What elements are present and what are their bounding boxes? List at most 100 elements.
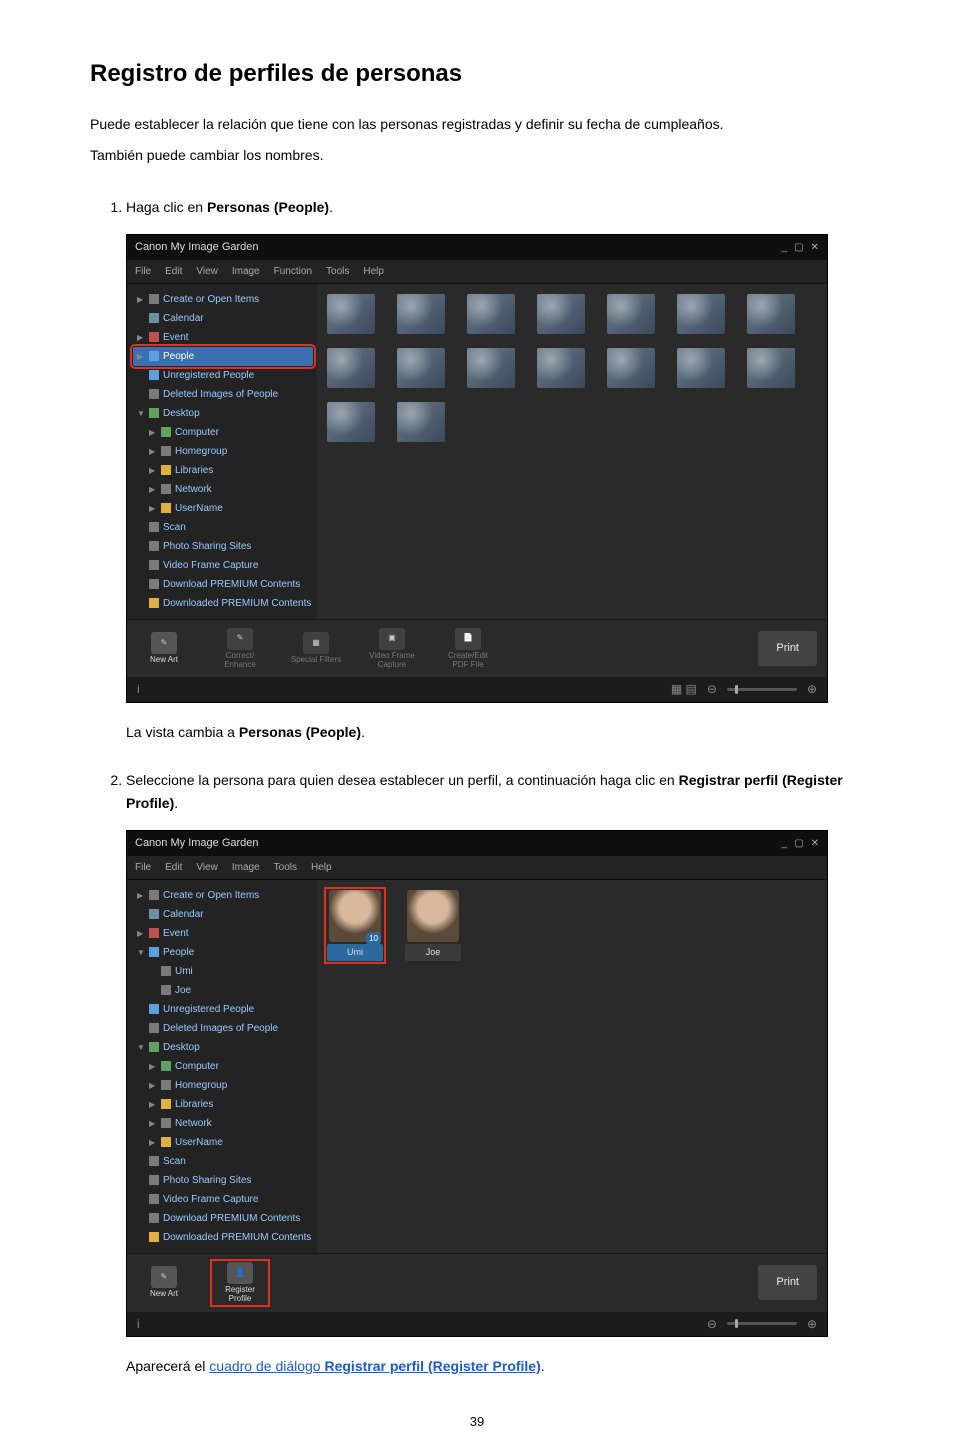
maximize-icon[interactable]: ▢	[794, 242, 803, 253]
sidebar-event[interactable]: ▶Event	[133, 924, 313, 943]
zoom-out-icon[interactable]: ⊖	[707, 1314, 717, 1334]
menu-view[interactable]: View	[196, 263, 218, 280]
sidebar-photo-sharing[interactable]: Photo Sharing Sites	[133, 537, 313, 556]
thumbnail[interactable]	[747, 348, 795, 388]
thumbnail[interactable]	[607, 348, 655, 388]
thumbnail[interactable]	[537, 294, 585, 334]
zoom-in-icon[interactable]: ⊕	[807, 679, 817, 699]
print-button[interactable]: Print	[758, 1265, 817, 1300]
correct-enhance-button[interactable]: ✎ Correct/ Enhance	[213, 628, 267, 670]
sidebar-create-open[interactable]: ▶Create or Open Items	[133, 886, 313, 905]
sidebar-username[interactable]: ▶UserName	[133, 1133, 313, 1152]
print-button[interactable]: Print	[758, 631, 817, 666]
close-icon[interactable]: ✕	[811, 242, 819, 253]
sidebar-unregistered-people[interactable]: Unregistered People	[133, 366, 313, 385]
zoom-slider[interactable]	[727, 1322, 797, 1325]
minimize-icon[interactable]: _	[781, 838, 787, 849]
sidebar-desktop[interactable]: ▼Desktop	[133, 1038, 313, 1057]
menu-tools[interactable]: Tools	[326, 263, 349, 280]
sidebar-person-umi[interactable]: Umi	[133, 962, 313, 981]
sidebar-people[interactable]: ▶People	[133, 347, 313, 366]
person-card-umi[interactable]: 10 Umi	[327, 890, 383, 961]
sidebar-unregistered-people[interactable]: Unregistered People	[133, 1000, 313, 1019]
sidebar-create-open[interactable]: ▶Create or Open Items	[133, 290, 313, 309]
sidebar-dled-premium[interactable]: Downloaded PREMIUM Contents	[133, 1228, 313, 1247]
close-icon[interactable]: ✕	[811, 838, 819, 849]
info-icon[interactable]: i	[137, 679, 140, 699]
menu-edit[interactable]: Edit	[165, 263, 182, 280]
thumbnail[interactable]	[397, 402, 445, 442]
menu-edit[interactable]: Edit	[165, 859, 182, 876]
thumbnail[interactable]	[537, 348, 585, 388]
sidebar-person-joe[interactable]: Joe	[133, 981, 313, 1000]
menubar[interactable]: File Edit View Image Tools Help	[127, 856, 827, 880]
menubar[interactable]: File Edit View Image Function Tools Help	[127, 260, 827, 284]
thumbnail[interactable]	[327, 348, 375, 388]
sidebar[interactable]: ▶Create or Open Items Calendar ▶Event ▶P…	[127, 284, 317, 619]
thumbnail[interactable]	[467, 348, 515, 388]
sidebar-people[interactable]: ▼People	[133, 943, 313, 962]
thumbnail[interactable]	[467, 294, 515, 334]
people-grid[interactable]: 10 Umi Joe	[327, 890, 817, 961]
menu-help[interactable]: Help	[363, 263, 384, 280]
sidebar-video-frame[interactable]: Video Frame Capture	[133, 1190, 313, 1209]
sidebar-network[interactable]: ▶Network	[133, 1114, 313, 1133]
thumbnail[interactable]	[607, 294, 655, 334]
sidebar[interactable]: ▶Create or Open Items Calendar ▶Event ▼P…	[127, 880, 317, 1253]
sidebar-deleted-people[interactable]: Deleted Images of People	[133, 385, 313, 404]
create-pdf-button[interactable]: 📄 Create/Edit PDF File	[441, 628, 495, 670]
sidebar-desktop[interactable]: ▼Desktop	[133, 404, 313, 423]
zoom-in-icon[interactable]: ⊕	[807, 1314, 817, 1334]
sidebar-homegroup[interactable]: ▶Homegroup	[133, 1076, 313, 1095]
menu-help[interactable]: Help	[311, 859, 332, 876]
menu-function[interactable]: Function	[274, 263, 312, 280]
sidebar-video-frame[interactable]: Video Frame Capture	[133, 556, 313, 575]
sidebar-calendar[interactable]: Calendar	[133, 905, 313, 924]
special-filters-button[interactable]: ▦ Special Filters	[289, 632, 343, 665]
register-profile-dialog-link[interactable]: cuadro de diálogo Registrar perfil (Regi…	[209, 1358, 540, 1374]
sidebar-computer[interactable]: ▶Computer	[133, 423, 313, 442]
minimize-icon[interactable]: _	[781, 242, 787, 253]
maximize-icon[interactable]: ▢	[794, 838, 803, 849]
sidebar-dled-premium[interactable]: Downloaded PREMIUM Contents	[133, 594, 313, 613]
window-controls[interactable]: _ ▢ ✕	[777, 834, 819, 853]
menu-image[interactable]: Image	[232, 263, 260, 280]
register-profile-button[interactable]: 👤 Register Profile	[213, 1262, 267, 1304]
thumbnail-grid[interactable]	[327, 294, 817, 442]
menu-image[interactable]: Image	[232, 859, 260, 876]
zoom-slider[interactable]	[727, 688, 797, 691]
thumbnail[interactable]	[397, 348, 445, 388]
thumbnail[interactable]	[327, 402, 375, 442]
menu-file[interactable]: File	[135, 859, 151, 876]
view-mode-icon[interactable]: ▦ ▤	[671, 679, 697, 699]
sidebar-dl-premium[interactable]: Download PREMIUM Contents	[133, 575, 313, 594]
sidebar-libraries[interactable]: ▶Libraries	[133, 1095, 313, 1114]
zoom-out-icon[interactable]: ⊖	[707, 679, 717, 699]
menu-view[interactable]: View	[196, 859, 218, 876]
new-art-button[interactable]: ✎ New Art	[137, 632, 191, 665]
video-frame-button[interactable]: ▣ Video Frame Capture	[365, 628, 419, 670]
menu-file[interactable]: File	[135, 263, 151, 280]
sidebar-calendar[interactable]: Calendar	[133, 309, 313, 328]
sidebar-homegroup[interactable]: ▶Homegroup	[133, 442, 313, 461]
thumbnail[interactable]	[747, 294, 795, 334]
thumbnail[interactable]	[397, 294, 445, 334]
sidebar-dl-premium[interactable]: Download PREMIUM Contents	[133, 1209, 313, 1228]
thumbnail[interactable]	[677, 294, 725, 334]
new-art-button[interactable]: ✎ New Art	[137, 1266, 191, 1299]
sidebar-scan[interactable]: Scan	[133, 518, 313, 537]
sidebar-network[interactable]: ▶Network	[133, 480, 313, 499]
menu-tools[interactable]: Tools	[274, 859, 297, 876]
sidebar-event[interactable]: ▶Event	[133, 328, 313, 347]
sidebar-scan[interactable]: Scan	[133, 1152, 313, 1171]
sidebar-deleted-people[interactable]: Deleted Images of People	[133, 1019, 313, 1038]
thumbnail[interactable]	[677, 348, 725, 388]
thumbnail[interactable]	[327, 294, 375, 334]
sidebar-username[interactable]: ▶UserName	[133, 499, 313, 518]
sidebar-libraries[interactable]: ▶Libraries	[133, 461, 313, 480]
window-controls[interactable]: _ ▢ ✕	[777, 238, 819, 257]
sidebar-computer[interactable]: ▶Computer	[133, 1057, 313, 1076]
person-card-joe[interactable]: Joe	[405, 890, 461, 961]
info-icon[interactable]: i	[137, 1314, 140, 1334]
sidebar-photo-sharing[interactable]: Photo Sharing Sites	[133, 1171, 313, 1190]
